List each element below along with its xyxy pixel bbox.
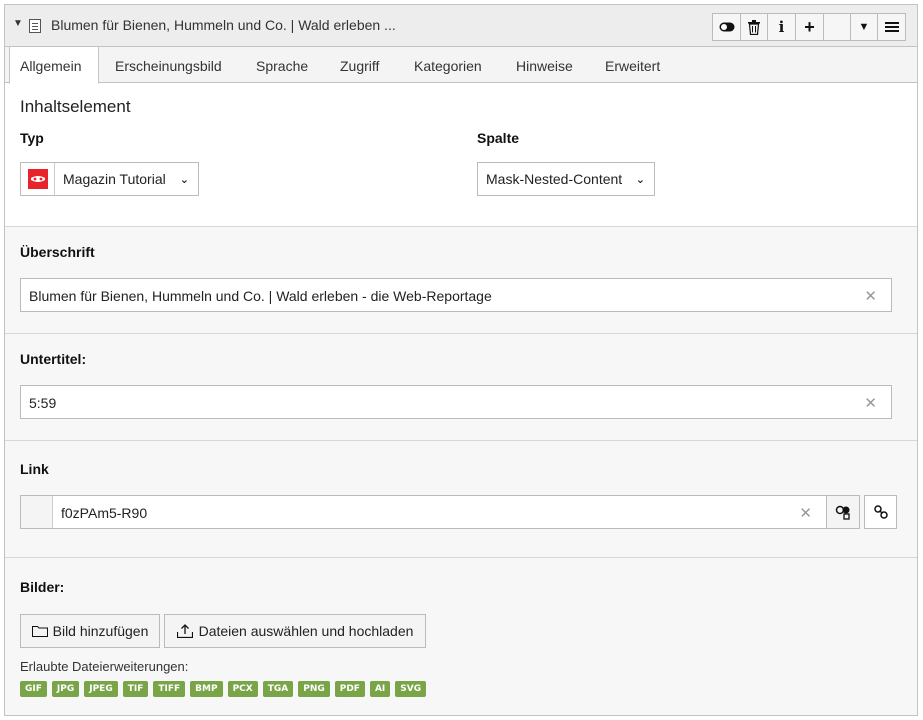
- allowed-extensions-label: Erlaubte Dateierweiterungen:: [20, 659, 189, 674]
- heading-label: Überschrift: [20, 244, 95, 260]
- tab-erweitert[interactable]: Erweitert: [605, 47, 660, 84]
- upload-files-label: Dateien auswählen und hochladen: [198, 623, 414, 639]
- tab-kategorien[interactable]: Kategorien: [414, 47, 482, 84]
- link-icon: [873, 505, 888, 519]
- caret-down-icon: ▼: [858, 21, 870, 33]
- section-title: Inhaltselement: [20, 97, 131, 116]
- add-image-button[interactable]: Bild hinzufügen: [20, 614, 160, 648]
- panel-header: ▼ Blumen für Bienen, Hummeln und Co. | W…: [5, 5, 917, 47]
- toolbar-spacer: [824, 13, 851, 41]
- collapse-caret-icon[interactable]: ▼: [13, 18, 23, 29]
- chevron-down-icon: ⌄: [635, 174, 645, 186]
- content-element-panel: ▼ Blumen für Bienen, Hummeln und Co. | W…: [4, 4, 918, 716]
- heading-section: Überschrift Blumen für Bienen, Hummeln u…: [5, 227, 917, 334]
- document-icon: [29, 19, 41, 33]
- extension-badge: AI: [369, 681, 391, 697]
- general-section: Inhaltselement Typ Magazin Tutorial ⌄ Sp…: [5, 84, 917, 227]
- panel-title: Blumen für Bienen, Hummeln und Co. | Wal…: [51, 17, 396, 33]
- extension-badge: JPG: [51, 681, 80, 697]
- link-browser-icon: [835, 505, 850, 520]
- subtitle-label: Untertitel:: [20, 351, 87, 367]
- tab-sprache[interactable]: Sprache: [256, 47, 308, 84]
- trash-icon: [748, 19, 760, 35]
- extension-badge: GIF: [20, 681, 47, 697]
- extension-badge: TIFF: [153, 681, 186, 697]
- subtitle-section: Untertitel: 5:59 ✕: [5, 334, 917, 441]
- upload-icon: [176, 624, 193, 638]
- extension-badge: BMP: [190, 681, 223, 697]
- tab-allgemein[interactable]: Allgemein: [9, 47, 99, 84]
- type-select-value: Magazin Tutorial: [63, 171, 166, 187]
- more-dropdown-button[interactable]: ▼: [851, 13, 878, 41]
- extension-badge: TGA: [262, 681, 294, 697]
- toggle-visibility-button[interactable]: [712, 13, 741, 41]
- clear-icon[interactable]: ✕: [864, 287, 877, 305]
- images-label: Bilder:: [20, 579, 65, 595]
- extension-badge: PCX: [227, 681, 258, 697]
- extension-badge: JPEG: [84, 681, 118, 697]
- tab-erscheinungsbild[interactable]: Erscheinungsbild: [115, 47, 222, 84]
- extension-badge: PNG: [298, 681, 330, 697]
- subtitle-input[interactable]: 5:59 ✕: [20, 385, 892, 419]
- link-section: Link f0zPAm5-R90 ✕: [5, 441, 917, 558]
- allowed-extensions-list: GIF JPG JPEG TIF TIFF BMP PCX TGA PNG PD…: [20, 681, 427, 697]
- menu-button[interactable]: [878, 13, 906, 41]
- add-image-label: Bild hinzufügen: [52, 623, 149, 639]
- toggle-icon: [719, 22, 734, 32]
- extension-badge: SVG: [395, 681, 427, 697]
- column-label: Spalte: [477, 130, 520, 146]
- extension-badge: TIF: [122, 681, 149, 697]
- column-select-value: Mask-Nested-Content: [486, 171, 623, 187]
- link-input[interactable]: f0zPAm5-R90 ✕: [20, 495, 827, 529]
- heading-input-value: Blumen für Bienen, Hummeln und Co. | Wal…: [29, 288, 492, 304]
- heading-input[interactable]: Blumen für Bienen, Hummeln und Co. | Wal…: [20, 278, 892, 312]
- link-browser-button[interactable]: [826, 495, 860, 529]
- link-type-box: [21, 496, 53, 528]
- mask-icon: [27, 169, 48, 189]
- upload-files-button[interactable]: Dateien auswählen und hochladen: [164, 614, 426, 648]
- link-input-value: f0zPAm5-R90: [61, 505, 148, 521]
- delete-button[interactable]: [741, 13, 768, 41]
- subtitle-input-value: 5:59: [29, 395, 57, 411]
- tab-zugriff[interactable]: Zugriff: [340, 47, 379, 84]
- folder-icon: [31, 626, 48, 637]
- chevron-down-icon: ⌄: [179, 174, 189, 186]
- tab-bar: Allgemein Erscheinungsbild Sprache Zugri…: [5, 47, 917, 84]
- header-toolbar: i + ▼: [712, 13, 906, 41]
- type-icon-box: [21, 163, 55, 195]
- link-label: Link: [20, 461, 49, 477]
- info-button[interactable]: i: [768, 13, 796, 41]
- type-label: Typ: [20, 130, 44, 146]
- clear-icon[interactable]: ✕: [799, 504, 812, 522]
- extension-badge: PDF: [334, 681, 365, 697]
- open-link-button[interactable]: [864, 495, 897, 529]
- info-icon: i: [778, 18, 785, 36]
- column-select[interactable]: Mask-Nested-Content ⌄: [477, 162, 655, 196]
- plus-icon: +: [804, 16, 815, 37]
- hamburger-icon: [884, 22, 899, 32]
- type-select[interactable]: Magazin Tutorial ⌄: [20, 162, 199, 196]
- add-button[interactable]: +: [796, 13, 824, 41]
- clear-icon[interactable]: ✕: [864, 394, 877, 412]
- tab-hinweise[interactable]: Hinweise: [516, 47, 573, 84]
